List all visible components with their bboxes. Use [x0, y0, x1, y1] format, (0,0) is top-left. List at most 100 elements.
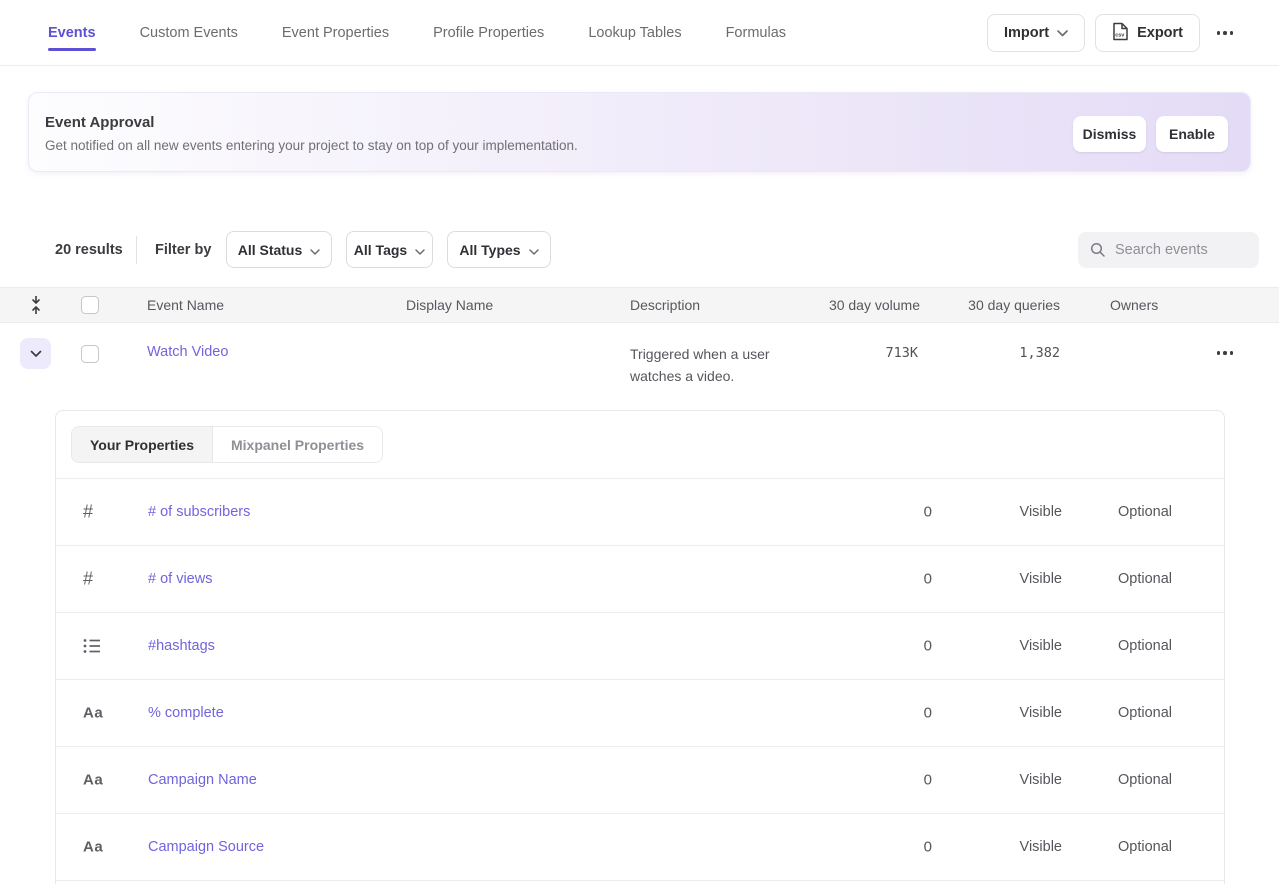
property-requirement: Optional	[1118, 504, 1172, 520]
select-all-checkbox[interactable]	[81, 296, 99, 314]
search-box	[1078, 232, 1259, 268]
property-visibility: Visible	[1020, 772, 1062, 788]
number-type-icon: #	[83, 502, 113, 523]
property-name-link[interactable]: % complete	[148, 705, 224, 721]
banner-title: Event Approval	[45, 114, 154, 131]
event-approval-banner: Event Approval Get notified on all new e…	[28, 92, 1251, 172]
property-row: Aa % complete 0 Visible Optional	[56, 680, 1224, 747]
property-visibility: Visible	[1020, 705, 1062, 721]
row-overflow-menu-button[interactable]	[1210, 338, 1240, 368]
property-requirement: Optional	[1118, 705, 1172, 721]
filter-tags-dropdown[interactable]: All Tags	[346, 231, 433, 268]
lexicon-events-page: Events Custom Events Event Properties Pr…	[0, 0, 1279, 884]
collapse-all-button[interactable]	[27, 296, 45, 316]
enable-button[interactable]: Enable	[1156, 116, 1228, 152]
tab-your-properties[interactable]: Your Properties	[72, 427, 212, 462]
property-row: # # of views 0 Visible Optional	[56, 546, 1224, 613]
property-name-link[interactable]: # of views	[148, 571, 212, 587]
filter-types-dropdown[interactable]: All Types	[447, 231, 551, 268]
import-button-label: Import	[1004, 25, 1049, 41]
property-name-link[interactable]: #hashtags	[148, 638, 215, 654]
property-requirement: Optional	[1118, 839, 1172, 855]
tab-profile-properties[interactable]: Profile Properties	[433, 0, 544, 66]
chevron-down-icon	[310, 242, 320, 258]
event-30-day-volume: 713K	[885, 345, 918, 361]
property-visibility: Visible	[1020, 839, 1062, 855]
property-count: 0	[924, 638, 932, 655]
overflow-menu-button[interactable]	[1210, 18, 1240, 48]
events-table-header: Event Name Display Name Description 30 d…	[0, 287, 1279, 323]
svg-text:csv: csv	[1115, 32, 1125, 38]
import-button[interactable]: Import	[987, 14, 1085, 52]
tab-lookup-tables[interactable]: Lookup Tables	[588, 0, 681, 66]
column-event-name: Event Name	[147, 288, 224, 322]
property-visibility: Visible	[1020, 504, 1062, 520]
ellipsis-icon	[1217, 351, 1221, 355]
top-nav: Events Custom Events Event Properties Pr…	[0, 0, 1279, 66]
collapse-row-button[interactable]	[20, 338, 51, 369]
event-row-watch-video: Watch Video Triggered when a user watche…	[0, 324, 1279, 404]
chevron-down-icon	[30, 346, 42, 361]
property-requirement: Optional	[1118, 772, 1172, 788]
properties-tabs: Your Properties Mixpanel Properties	[71, 426, 383, 463]
filter-status-label: All Status	[238, 242, 303, 258]
filter-tags-label: All Tags	[354, 242, 407, 258]
event-name-link[interactable]: Watch Video	[147, 344, 228, 360]
tab-formulas[interactable]: Formulas	[726, 0, 786, 66]
list-type-icon	[83, 638, 113, 654]
ellipsis-icon	[1217, 31, 1221, 35]
filter-by-label: Filter by	[155, 242, 211, 258]
property-count: 0	[924, 772, 932, 789]
column-owners: Owners	[1110, 288, 1158, 322]
text-type-icon: Aa	[83, 839, 113, 856]
filter-types-label: All Types	[459, 242, 520, 258]
property-visibility: Visible	[1020, 571, 1062, 587]
banner-description: Get notified on all new events entering …	[45, 138, 578, 153]
property-row: #hashtags 0 Visible Optional	[56, 613, 1224, 680]
tab-mixpanel-properties[interactable]: Mixpanel Properties	[212, 427, 382, 462]
search-input[interactable]	[1115, 242, 1245, 258]
tab-events[interactable]: Events	[48, 0, 96, 66]
csv-file-icon: csv	[1112, 22, 1129, 45]
collapse-icon	[29, 295, 43, 318]
event-description: Triggered when a user watches a video.	[630, 343, 812, 387]
number-type-icon: #	[83, 569, 113, 590]
export-button-label: Export	[1137, 25, 1183, 41]
column-30-day-queries: 30 day queries	[968, 288, 1060, 322]
event-30-day-queries: 1,382	[1019, 345, 1060, 361]
column-display-name: Display Name	[406, 288, 493, 322]
chevron-down-icon	[1057, 25, 1068, 41]
property-row: # # of subscribers 0 Visible Optional	[56, 479, 1224, 546]
text-type-icon: Aa	[83, 772, 113, 789]
tab-event-properties[interactable]: Event Properties	[282, 0, 389, 66]
column-30-day-volume: 30 day volume	[829, 288, 920, 322]
toolbar-divider	[136, 236, 137, 264]
property-visibility: Visible	[1020, 638, 1062, 654]
property-name-link[interactable]: Campaign Source	[148, 839, 264, 855]
row-checkbox[interactable]	[81, 345, 99, 363]
tab-custom-events[interactable]: Custom Events	[140, 0, 238, 66]
property-requirement: Optional	[1118, 638, 1172, 654]
property-count: 0	[924, 504, 932, 521]
filter-status-dropdown[interactable]: All Status	[226, 231, 332, 268]
chevron-down-icon	[529, 242, 539, 258]
property-count: 0	[924, 571, 932, 588]
results-count: 20 results	[55, 242, 123, 258]
nav-tabs: Events Custom Events Event Properties Pr…	[48, 0, 786, 66]
property-name-link[interactable]: Campaign Name	[148, 772, 257, 788]
property-row: Aa Campaign Source 0 Visible Optional	[56, 814, 1224, 881]
text-type-icon: Aa	[83, 705, 113, 722]
property-name-link[interactable]: # of subscribers	[148, 504, 250, 520]
search-icon	[1090, 242, 1106, 258]
property-count: 0	[924, 705, 932, 722]
nav-actions: Import csv Export	[987, 14, 1240, 52]
properties-list: # # of subscribers 0 Visible Optional # …	[56, 479, 1224, 881]
property-row: Aa Campaign Name 0 Visible Optional	[56, 747, 1224, 814]
export-button[interactable]: csv Export	[1095, 14, 1200, 52]
property-count: 0	[924, 839, 932, 856]
chevron-down-icon	[415, 242, 425, 258]
property-requirement: Optional	[1118, 571, 1172, 587]
dismiss-button[interactable]: Dismiss	[1073, 116, 1146, 152]
column-description: Description	[630, 288, 700, 322]
properties-panel: Your Properties Mixpanel Properties # # …	[55, 410, 1225, 884]
